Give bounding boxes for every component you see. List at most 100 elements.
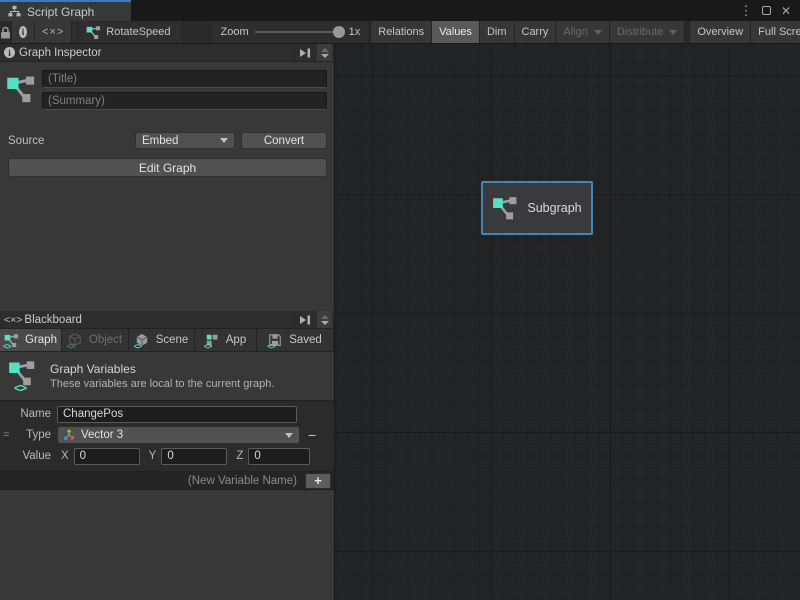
graph-variables-description: These variables are local to the current…	[50, 378, 274, 390]
z-value-input[interactable]	[248, 448, 310, 465]
inspect-button[interactable]: i	[11, 21, 35, 43]
blackboard-header[interactable]: <×> Blackboard	[0, 311, 334, 329]
close-icon[interactable]: ✕	[778, 3, 794, 19]
tab-app[interactable]: <> App	[195, 329, 257, 351]
carry-button[interactable]: Carry	[515, 21, 557, 43]
graph-toolbar: i <×> RotateSpeed Zoom 1x Relations Valu…	[0, 21, 800, 44]
scroll-down-icon	[321, 321, 329, 325]
graph-icon	[0, 70, 42, 104]
main-split: i Graph Inspector	[0, 44, 800, 600]
variable-type-dropdown[interactable]: Vector 3	[57, 426, 300, 444]
info-icon: i	[4, 47, 15, 58]
distribute-button[interactable]: Distribute	[610, 21, 685, 43]
window-tab-bar: Script Graph ⋮ ✕	[0, 0, 800, 21]
zoom-value: 1x	[349, 26, 361, 38]
tab-graph[interactable]: <> Graph	[0, 329, 62, 351]
variable-type-row: Type Vector 3 −	[0, 425, 334, 445]
align-button[interactable]: Align	[556, 21, 609, 43]
graph-inspector-title: Graph Inspector	[19, 47, 101, 59]
code-icon: <>	[3, 342, 10, 351]
tab-app-label: App	[226, 334, 246, 346]
scroll-down-icon	[321, 54, 329, 58]
z-axis-label: Z	[236, 450, 243, 462]
header-scroll-arrows[interactable]	[317, 44, 332, 61]
subgraph-node-label: Subgraph	[527, 201, 581, 215]
new-variable-input[interactable]: (New Variable Name)	[0, 475, 305, 487]
y-value-input[interactable]	[161, 448, 227, 465]
x-value-input[interactable]	[74, 448, 140, 465]
tab-scene-label: Scene	[156, 334, 189, 346]
source-dropdown[interactable]: Embed	[135, 132, 235, 149]
graph-icon	[492, 195, 518, 221]
tab-script-graph[interactable]: Script Graph	[0, 0, 131, 21]
code-xml-icon: <×>	[42, 26, 64, 38]
blackboard-tabs: <> Graph <> Object	[0, 329, 334, 352]
tab-object[interactable]: <> Object	[62, 329, 129, 351]
graph-inspector-header[interactable]: i Graph Inspector	[0, 44, 334, 62]
lock-icon	[0, 26, 11, 39]
graph-name-label: RotateSpeed	[106, 26, 170, 38]
graph-breadcrumb[interactable]: RotateSpeed	[78, 21, 180, 43]
tab-scene[interactable]: <> Scene	[129, 329, 195, 351]
graph-summary-input[interactable]	[42, 92, 327, 110]
maximize-icon[interactable]	[758, 3, 774, 19]
full-screen-button[interactable]: Full Screen	[751, 21, 800, 43]
code-icon: <>	[204, 342, 211, 351]
graph-title-input[interactable]	[42, 70, 327, 88]
window-menu-icon[interactable]: ⋮	[738, 3, 754, 19]
sidebar-panel: i Graph Inspector	[0, 44, 335, 600]
graph-canvas[interactable]: Subgraph	[335, 44, 800, 600]
new-variable-row: (New Variable Name) +	[0, 472, 334, 490]
variable-type-value: Vector 3	[81, 429, 123, 441]
dock-icon[interactable]	[294, 47, 315, 59]
subgraph-node[interactable]: Subgraph	[481, 181, 593, 235]
relations-button[interactable]: Relations	[370, 21, 432, 43]
distribute-label: Distribute	[617, 26, 663, 38]
graph-hierarchy-icon	[8, 5, 21, 18]
tab-graph-label: Graph	[25, 334, 57, 346]
vector3-icon	[62, 428, 76, 442]
overview-button[interactable]: Overview	[689, 21, 751, 43]
variable-editor: = Name Type Vector 3	[0, 400, 334, 472]
chevron-down-icon	[220, 138, 228, 143]
variable-name-row: Name	[0, 404, 334, 424]
graph-inspector-body: Source Embed Convert Edit Graph	[0, 62, 334, 311]
blackboard-title: Blackboard	[24, 314, 82, 326]
code-icon: <>	[67, 342, 74, 351]
x-axis-label: X	[61, 450, 69, 462]
align-label: Align	[563, 26, 587, 38]
dim-button[interactable]: Dim	[480, 21, 515, 43]
scroll-up-icon	[321, 48, 329, 52]
lock-button[interactable]	[0, 21, 11, 43]
name-label: Name	[0, 408, 57, 420]
values-button[interactable]: Values	[432, 21, 480, 43]
remove-variable-button[interactable]: −	[308, 428, 316, 442]
zoom-slider-handle[interactable]	[333, 26, 345, 38]
code-icon: <>	[267, 342, 274, 351]
zoom-slider[interactable]	[255, 31, 343, 33]
code-icon: <>	[14, 381, 26, 395]
graph-variables-title: Graph Variables	[50, 362, 274, 376]
tab-title: Script Graph	[27, 5, 94, 19]
code-xml-icon: <×>	[4, 314, 22, 326]
script-graph-window: Script Graph ⋮ ✕ i <×> RotateSpeed	[0, 0, 800, 600]
variables-toggle-button[interactable]: <×>	[35, 21, 72, 43]
add-variable-button[interactable]: +	[305, 473, 331, 489]
value-label: Value	[0, 450, 57, 462]
header-scroll-arrows[interactable]	[317, 311, 332, 328]
graph-icon	[86, 25, 101, 40]
convert-button[interactable]: Convert	[241, 132, 327, 149]
tab-saved-label: Saved	[289, 334, 322, 346]
graph-variables-intro: <> Graph Variables These variables are l…	[0, 352, 334, 400]
code-icon: <>	[134, 342, 141, 351]
variable-value-row: Value X Y Z	[0, 446, 334, 466]
variable-name-input[interactable]	[57, 406, 297, 423]
source-label: Source	[8, 135, 44, 147]
chevron-down-icon	[594, 30, 602, 35]
dock-icon[interactable]	[294, 314, 315, 326]
tab-saved[interactable]: <> Saved	[257, 329, 334, 351]
drag-handle-icon[interactable]: =	[3, 429, 9, 441]
chevron-down-icon	[669, 30, 677, 35]
window-controls: ⋮ ✕	[738, 0, 800, 21]
edit-graph-button[interactable]: Edit Graph	[8, 158, 327, 177]
